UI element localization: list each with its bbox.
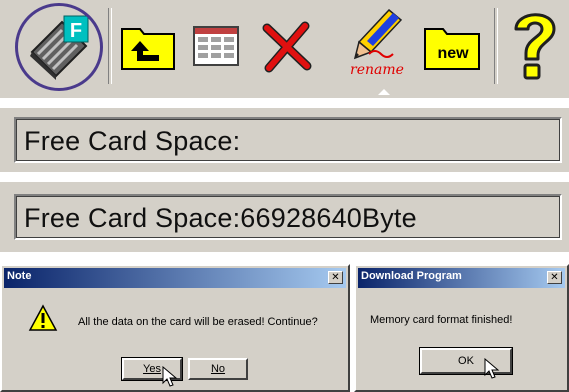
question-mark-icon (514, 13, 556, 80)
status-panel-filled: Free Card Space:66928640Byte (0, 182, 569, 252)
note-dialog-title: Note (7, 270, 32, 282)
rename-pointer-icon (378, 89, 390, 95)
free-card-space-field-empty: Free Card Space: (14, 117, 562, 163)
note-dialog: Note ✕ All the data on the card will be … (0, 264, 350, 392)
free-card-space-label: Free Card Space: (24, 126, 241, 156)
download-dialog-close-button[interactable]: ✕ (547, 271, 562, 284)
new-folder-button[interactable]: new (420, 4, 484, 88)
ok-button-label: OK (458, 355, 474, 367)
rename-label: rename (350, 62, 404, 78)
download-dialog-message: Memory card format finished! (370, 314, 513, 326)
red-x-delete-icon (262, 21, 312, 73)
note-dialog-message: All the data on the card will be erased!… (78, 316, 318, 328)
folder-up-arrow-icon (121, 28, 175, 70)
new-folder-icon: new (424, 28, 480, 70)
mouse-cursor-icon (484, 358, 500, 379)
mouse-cursor-icon (162, 366, 178, 387)
note-dialog-titlebar[interactable]: Note ✕ (4, 268, 346, 288)
help-button[interactable] (502, 4, 566, 88)
upper-folder-button[interactable] (118, 4, 178, 88)
free-card-space-value: Free Card Space:66928640Byte (24, 203, 417, 233)
toolbar-separator (108, 8, 112, 84)
pencil-rename-icon (353, 8, 403, 60)
status-panel-empty: Free Card Space: (0, 108, 569, 172)
toolbar-separator (494, 8, 498, 84)
download-dialog-title: Download Program (361, 270, 462, 282)
format-highlight-circle (15, 3, 103, 91)
yes-button-label: Yes (143, 363, 161, 375)
download-dialog-titlebar[interactable]: Download Program ✕ (358, 268, 565, 288)
free-card-space-field-filled: Free Card Space:66928640Byte (14, 194, 562, 240)
new-folder-label: new (437, 45, 469, 62)
note-dialog-close-button[interactable]: ✕ (328, 271, 343, 284)
list-view-button[interactable] (188, 4, 244, 88)
no-button[interactable]: No (188, 358, 248, 380)
grid-list-icon (193, 26, 239, 66)
warning-icon (28, 304, 58, 331)
toolbar: F rename new (0, 0, 569, 98)
download-program-dialog: Download Program ✕ Memory card format fi… (354, 264, 569, 392)
no-button-label: No (210, 363, 226, 375)
delete-button[interactable] (254, 4, 320, 88)
